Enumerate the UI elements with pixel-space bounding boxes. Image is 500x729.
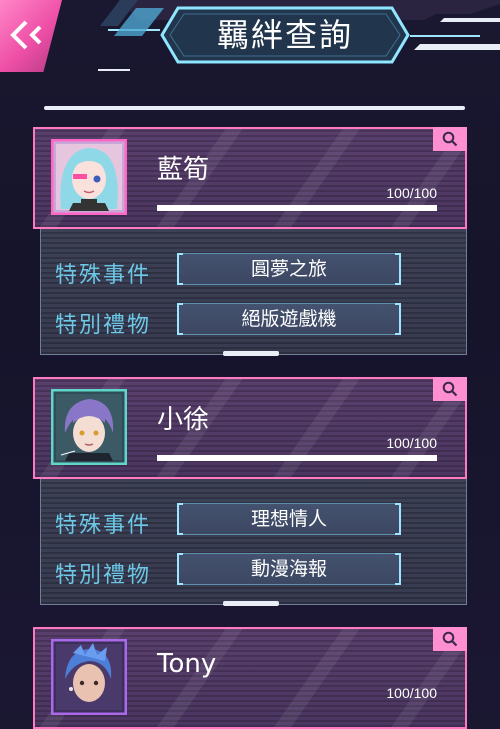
- special-event-label: 特殊事件: [55, 263, 152, 288]
- search-icon: [442, 631, 458, 647]
- search-button[interactable]: [433, 377, 467, 401]
- special-gift-value: 絕版遊戲機: [241, 308, 337, 330]
- special-event-value: 圓夢之旅: [250, 258, 327, 280]
- search-button[interactable]: [433, 627, 467, 651]
- avatar-xiao-xu-icon: [51, 389, 127, 465]
- avatar[interactable]: [51, 389, 127, 465]
- affinity-progress-text: 100/100: [386, 435, 437, 451]
- character-name: Tony: [157, 649, 217, 679]
- avatar[interactable]: [51, 139, 127, 215]
- special-gift-label: 特別禮物: [55, 313, 152, 338]
- page-title: 羈絆查詢: [216, 16, 353, 54]
- search-button[interactable]: [433, 127, 467, 151]
- search-icon: [442, 131, 458, 147]
- special-gift-row: 特別禮物 絕版遊戲機: [55, 301, 425, 341]
- affinity-progress-text: 100/100: [386, 185, 437, 201]
- special-event-row: 特殊事件 理想情人: [55, 501, 425, 541]
- affinity-progress-text: 100/100: [386, 685, 437, 701]
- special-gift-row: 特別禮物 動漫海報: [55, 551, 425, 591]
- avatar[interactable]: [51, 639, 127, 715]
- special-gift-value: 動漫海報: [250, 558, 327, 580]
- special-event-row: 特殊事件 圓夢之旅: [55, 251, 425, 291]
- header-divider: [44, 104, 465, 112]
- special-event-value-box[interactable]: 理想情人: [177, 503, 401, 535]
- special-gift-label: 特別禮物: [55, 563, 152, 588]
- avatar-tony-icon: [51, 639, 127, 715]
- avatar-lan-sun-icon: [51, 139, 127, 215]
- affinity-progress-fill: [157, 205, 437, 211]
- character-name: 小徐: [157, 405, 210, 435]
- panel-tab-indicator: [223, 601, 279, 606]
- panel-tab-indicator: [223, 351, 279, 356]
- header-bar: 羈絆查詢: [0, 0, 500, 92]
- affinity-progress-bar: [157, 205, 437, 211]
- special-event-value-box[interactable]: 圓夢之旅: [177, 253, 401, 285]
- double-chevron-left-icon: [10, 20, 42, 50]
- search-icon: [442, 381, 458, 397]
- affinity-progress-bar: [157, 455, 437, 461]
- special-event-label: 特殊事件: [55, 513, 152, 538]
- special-gift-value-box[interactable]: 絕版遊戲機: [177, 303, 401, 335]
- character-name: 藍筍: [157, 155, 210, 185]
- affinity-progress-fill: [157, 455, 437, 461]
- special-event-value: 理想情人: [250, 508, 327, 530]
- special-gift-value-box[interactable]: 動漫海報: [177, 553, 401, 585]
